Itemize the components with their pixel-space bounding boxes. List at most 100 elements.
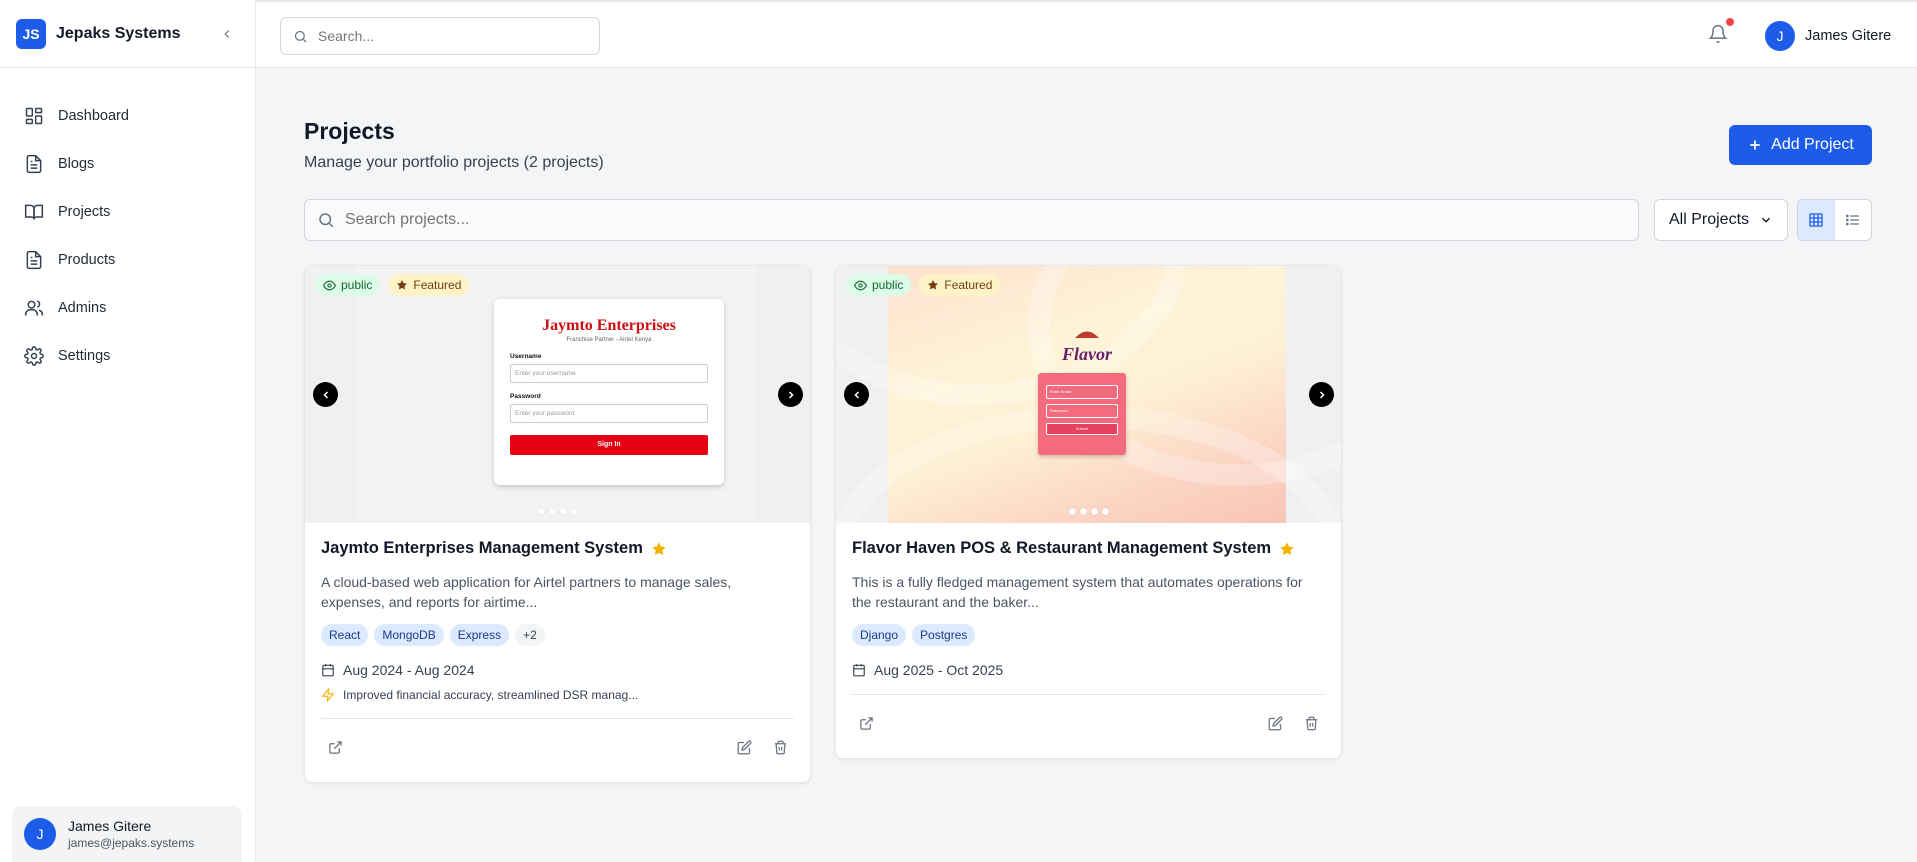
- edit-project-button[interactable]: [1261, 710, 1289, 738]
- user-menu[interactable]: J James Gitere: [1765, 21, 1891, 51]
- tech-tag: MongoDB: [374, 624, 444, 646]
- project-description: This is a fully fledged management syste…: [852, 574, 1303, 610]
- document-icon: [26, 250, 42, 270]
- visibility-label: public: [872, 278, 904, 292]
- project-filter-select[interactable]: All Projects: [1654, 199, 1788, 241]
- card-badges: public Featured: [846, 274, 1001, 296]
- eye-icon: [854, 280, 867, 290]
- avatar: J: [24, 818, 56, 850]
- tech-tag: Postgres: [912, 624, 976, 646]
- global-search[interactable]: [280, 17, 600, 55]
- login-preview: Enter Email Password Submit: [1038, 373, 1126, 455]
- project-title: Flavor Haven POS & Restaurant Management…: [852, 539, 1325, 558]
- project-screenshot: Jaymto Enterprises Franchise Partner - A…: [357, 266, 755, 523]
- sidebar-item-products[interactable]: Products: [0, 236, 255, 284]
- edit-project-button[interactable]: [730, 734, 758, 762]
- card-footer: [321, 718, 794, 776]
- brand-logo[interactable]: JS: [16, 18, 46, 49]
- preview-title: Jaymto Enterprises: [542, 317, 676, 334]
- search-icon: [294, 30, 307, 43]
- sidebar-user-card[interactable]: J James Gitere james@jepaks.systems: [12, 806, 242, 862]
- carousel-prev-button[interactable]: [313, 382, 338, 407]
- project-search-input[interactable]: [345, 211, 1625, 229]
- delete-project-button[interactable]: [766, 734, 794, 762]
- open-link-button[interactable]: [852, 710, 880, 738]
- trash-icon: [1305, 716, 1317, 731]
- add-project-button[interactable]: Add Project: [1729, 125, 1872, 165]
- project-image-carousel: Flavor Enter Email Password Submit publi…: [836, 266, 1341, 523]
- project-card[interactable]: Flavor Enter Email Password Submit publi…: [835, 265, 1342, 759]
- card-body: Jaymto Enterprises Management System A c…: [305, 523, 810, 702]
- eye-icon: [323, 280, 336, 290]
- tech-tags: React MongoDB Express +2: [321, 624, 794, 646]
- project-screenshot: Flavor Enter Email Password Submit: [836, 266, 1341, 523]
- sidebar-item-admins[interactable]: Admins: [0, 284, 255, 332]
- topbar: J James Gitere: [256, 0, 1917, 68]
- preview-email-field: Enter Email: [1046, 385, 1118, 399]
- tech-tag: React: [321, 624, 369, 646]
- sidebar: JS Jepaks Systems Dashboard Blogs Projec…: [0, 0, 256, 862]
- edit-icon: [737, 740, 751, 755]
- collapse-sidebar-button[interactable]: [215, 22, 239, 46]
- card-actions: [1261, 710, 1325, 738]
- project-dates-text: Aug 2025 - Oct 2025: [874, 662, 1004, 678]
- page-title: Projects: [304, 118, 395, 144]
- project-search[interactable]: [304, 199, 1639, 241]
- featured-badge: Featured: [388, 274, 470, 296]
- carousel-dot[interactable]: [570, 508, 578, 515]
- carousel-next-button[interactable]: [778, 382, 803, 407]
- login-preview: Jaymto Enterprises Franchise Partner - A…: [494, 299, 724, 485]
- bell-icon: [1708, 24, 1728, 44]
- tech-tag: Express: [449, 624, 510, 646]
- carousel-dot[interactable]: [1101, 508, 1109, 515]
- visibility-label: public: [341, 278, 373, 292]
- notification-dot: [1726, 18, 1734, 26]
- carousel-dot[interactable]: [1090, 508, 1098, 515]
- project-title-text: Flavor Haven POS & Restaurant Management…: [852, 539, 1272, 557]
- open-link-button[interactable]: [321, 734, 349, 762]
- filter-value: All Projects: [1669, 211, 1750, 228]
- carousel-dot[interactable]: [548, 508, 556, 515]
- star-icon: [652, 541, 666, 555]
- carousel-dot[interactable]: [559, 508, 567, 515]
- tech-tags: Django Postgres: [852, 624, 1325, 646]
- visibility-badge: public: [846, 274, 912, 296]
- carousel-next-button[interactable]: [1309, 382, 1334, 407]
- delete-project-button[interactable]: [1297, 710, 1325, 738]
- grid-view-button[interactable]: [1798, 200, 1835, 240]
- avatar: J: [1765, 21, 1795, 51]
- preview-username-label: Username: [510, 353, 542, 360]
- external-link-icon: [328, 741, 342, 754]
- page-subtitle: Manage your portfolio projects (2 projec…: [304, 154, 604, 171]
- carousel-dot[interactable]: [537, 508, 545, 515]
- sidebar-item-dashboard[interactable]: Dashboard: [0, 92, 255, 140]
- carousel-prev-button[interactable]: [844, 382, 869, 407]
- global-search-input[interactable]: [318, 28, 578, 44]
- user-email: james@jepaks.systems: [68, 836, 195, 850]
- carousel-dots: [1068, 508, 1109, 515]
- notifications-button[interactable]: [1708, 18, 1734, 48]
- user-info: James Gitere james@jepaks.systems: [68, 818, 194, 850]
- project-dates-text: Aug 2024 - Aug 2024: [343, 662, 475, 678]
- users-icon: [24, 300, 44, 316]
- search-icon: [319, 213, 334, 228]
- carousel-dot[interactable]: [1068, 508, 1076, 515]
- project-dates: Aug 2024 - Aug 2024: [321, 662, 794, 678]
- tech-tag: Django: [852, 624, 907, 646]
- sidebar-item-label: Projects: [58, 204, 111, 220]
- more-tags-badge: +2: [515, 624, 545, 646]
- main-content: Projects Manage your portfolio projects …: [256, 68, 1917, 862]
- sidebar-item-blogs[interactable]: Blogs: [0, 140, 255, 188]
- carousel-dot[interactable]: [1079, 508, 1087, 515]
- project-card[interactable]: Jaymto Enterprises Franchise Partner - A…: [304, 265, 811, 783]
- sidebar-item-projects[interactable]: Projects: [0, 188, 255, 236]
- chevron-left-icon: [224, 29, 230, 38]
- sidebar-item-label: Admins: [58, 300, 107, 316]
- card-actions: [730, 734, 794, 762]
- list-view-button[interactable]: [1835, 200, 1872, 240]
- sidebar-item-settings[interactable]: Settings: [0, 332, 255, 380]
- card-badges: public Featured: [315, 274, 470, 296]
- sidebar-item-label: Settings: [58, 348, 111, 364]
- brand-name[interactable]: Jepaks Systems: [56, 25, 215, 43]
- calendar-icon: [853, 664, 865, 677]
